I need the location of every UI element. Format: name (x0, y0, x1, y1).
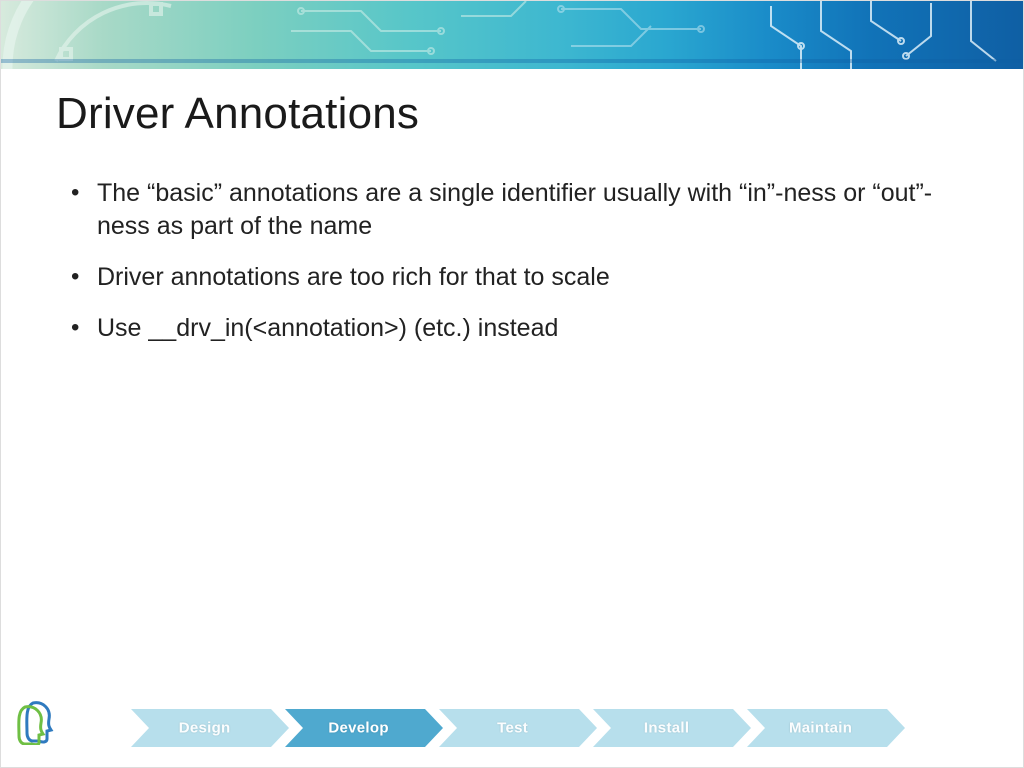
top-banner (1, 1, 1023, 69)
step-label: Install (644, 720, 689, 737)
step-design: Design (131, 709, 291, 747)
step-install: Install (593, 709, 753, 747)
bullet-item: Driver annotations are too rich for that… (69, 261, 953, 294)
step-label: Test (497, 720, 528, 737)
step-label: Design (179, 720, 231, 737)
bullet-item: Use __drv_in(<annotation>) (etc.) instea… (69, 312, 953, 345)
process-arrows: Design Develop Test Install Maintain (131, 709, 901, 747)
step-label: Develop (328, 720, 388, 737)
banner-decoration (1, 1, 1023, 69)
step-maintain: Maintain (747, 709, 907, 747)
step-label: Maintain (789, 720, 852, 737)
bullet-list: The “basic” annotations are a single ide… (69, 177, 953, 363)
slide-title: Driver Annotations (56, 89, 419, 139)
slide: Driver Annotations The “basic” annotatio… (0, 0, 1024, 768)
step-develop: Develop (285, 709, 445, 747)
bullet-item: The “basic” annotations are a single ide… (69, 177, 953, 243)
step-test: Test (439, 709, 599, 747)
footer: Design Develop Test Install Maintain (1, 691, 1023, 751)
logo-icon (15, 697, 59, 745)
